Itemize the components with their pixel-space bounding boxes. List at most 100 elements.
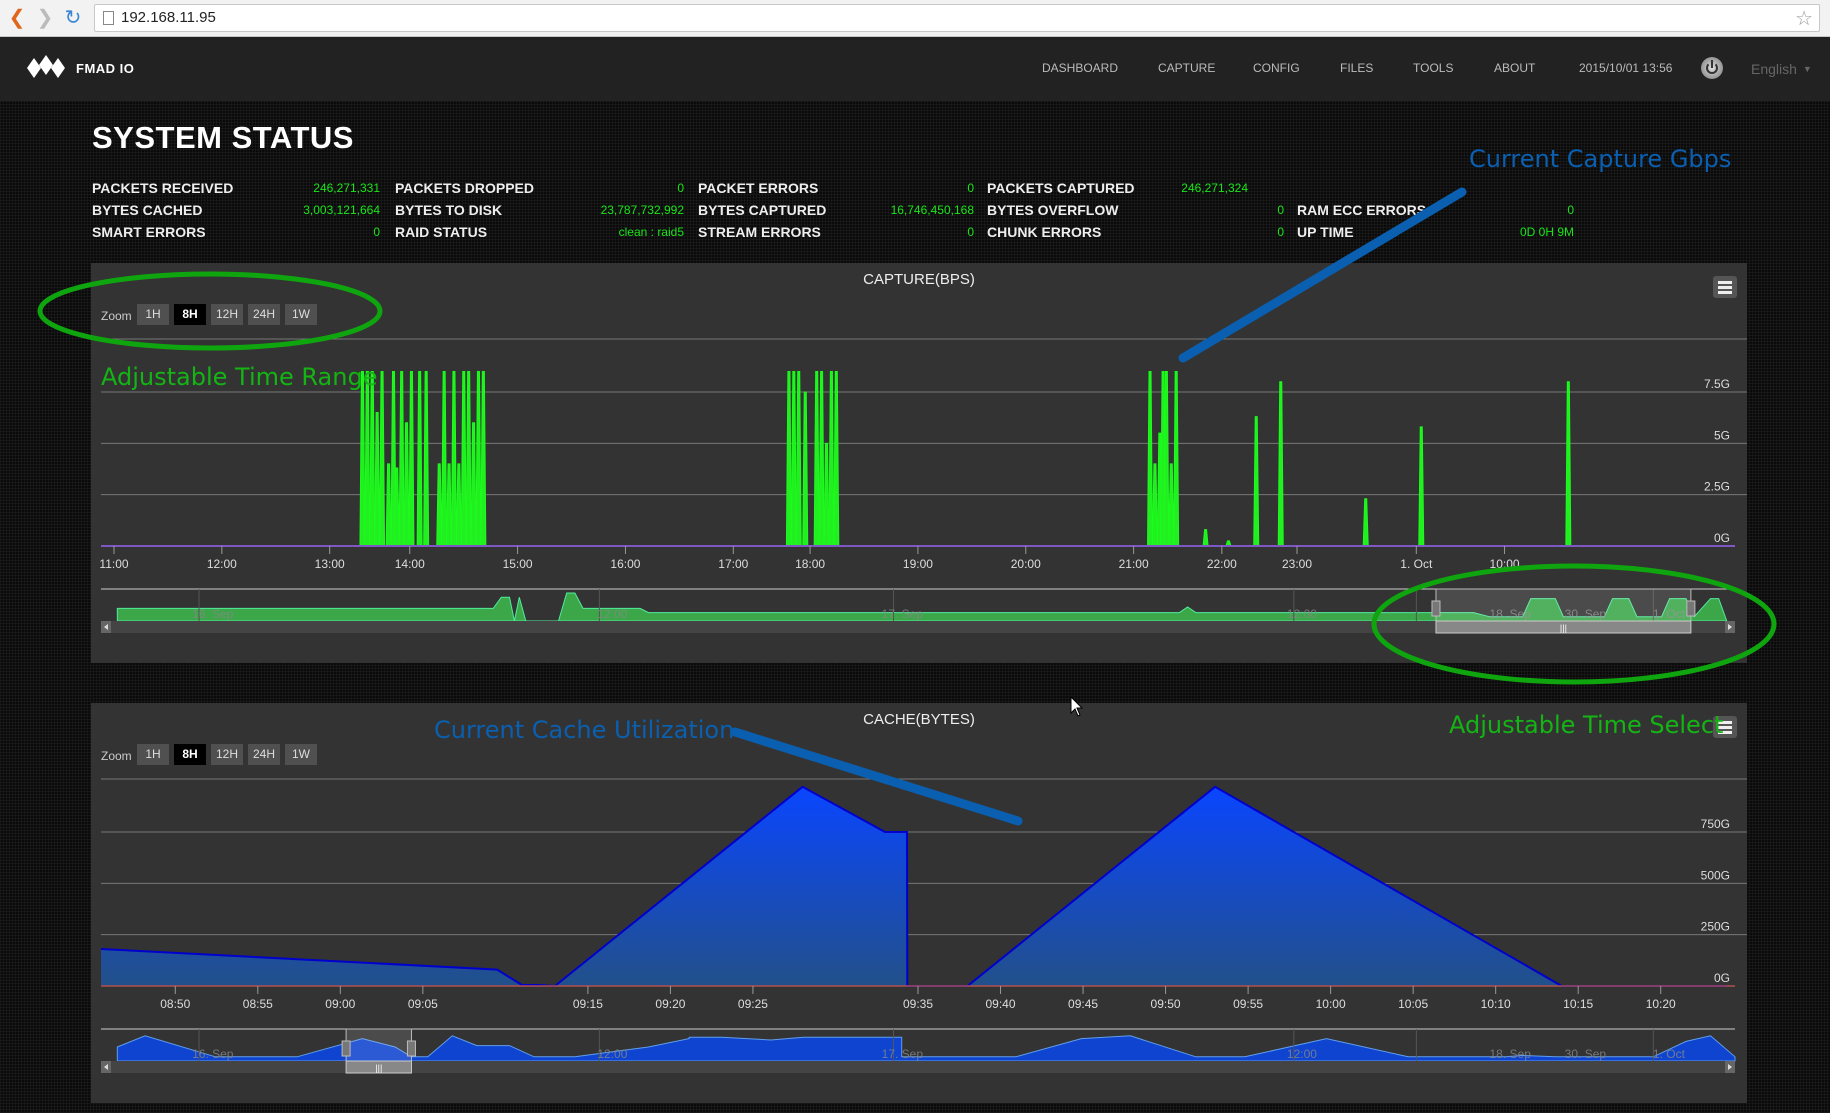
navigator-label: 16. Sep [192,1047,234,1061]
navigator-handle[interactable] [341,1040,351,1057]
power-icon[interactable] [1701,57,1723,79]
stat-label: PACKETS DROPPED [395,180,534,196]
x-tick-label: 09:15 [573,997,603,1011]
reload-icon[interactable]: ↻ [62,6,84,30]
capture-spike [403,422,410,547]
nav-files[interactable]: FILES [1340,61,1373,75]
x-tick-label: 09:00 [325,997,355,1011]
nav-dashboard[interactable]: DASHBOARD [1042,61,1118,75]
capture-spike [828,370,835,547]
x-tick-label: 10:00 [1316,997,1346,1011]
x-tick-label: 15:00 [503,557,533,571]
capture-spike [460,370,467,547]
x-tick-label: 09:25 [738,997,768,1011]
x-tick-label: 17:00 [718,557,748,571]
capture-spike [408,370,415,547]
back-icon[interactable]: ❮ [6,6,28,30]
stat-label: BYTES CACHED [92,202,203,218]
navigator-label: 12:00 [597,607,627,621]
y-tick-label: 500G [1701,868,1730,882]
stat-label: PACKET ERRORS [698,180,819,196]
capture-spike [441,370,448,547]
capture-spike [1362,498,1369,547]
x-tick-label: 11:00 [99,557,128,571]
navigator-label: 12:00 [1287,1047,1317,1061]
nav-capture[interactable]: CAPTURE [1158,61,1215,75]
capture-spike [480,370,487,547]
x-tick-label: 09:35 [903,997,933,1011]
x-tick-label: 09:55 [1233,997,1263,1011]
stat-value: 0 [967,225,974,239]
stat-value: 0 [1567,203,1574,217]
capture-spike [369,370,376,547]
url-text[interactable]: 192.168.11.95 [121,9,216,26]
capture-spike [1173,370,1180,547]
top-navbar: FMAD IO DASHBOARD CAPTURE CONFIG FILES T… [0,37,1830,101]
x-tick-label: 10:05 [1398,997,1428,1011]
navigator-label: 12:00 [597,1047,627,1061]
navigator-handle[interactable] [1686,600,1696,617]
stat-label: BYTES TO DISK [395,202,503,218]
language-select[interactable]: English ▼ [1751,61,1812,77]
capture-spike [416,370,423,547]
y-tick-label: 5G [1714,428,1730,442]
x-tick-label: 08:55 [243,997,273,1011]
capture-spike [359,370,366,547]
cache-area [101,786,1727,986]
capture-spike [374,412,381,547]
x-tick-label: 10:20 [1646,997,1676,1011]
stat-label: UP TIME [1297,224,1354,240]
nav-tools[interactable]: TOOLS [1413,61,1453,75]
capture-spike [446,463,453,547]
stat-label: CHUNK ERRORS [987,224,1102,240]
fmad-logo-icon [27,55,66,78]
stat-value: 246,271,324 [1181,181,1248,195]
forward-icon[interactable]: ❯ [34,6,56,30]
capture-spike [802,391,809,547]
capture-spike [1168,463,1175,547]
navigator-handle[interactable] [1431,600,1441,617]
capture-spike [465,370,472,547]
scrollbar-grip-icon: ||| [1560,623,1567,633]
browser-toolbar: ❮ ❯ ↻ 192.168.11.95 ☆ [0,0,1830,37]
bookmark-star-icon[interactable]: ☆ [1795,6,1813,31]
navigator-selection [345,1028,412,1062]
capture-spike [1151,463,1158,547]
stat-value: 246,271,331 [313,181,380,195]
capture-spike [823,442,830,547]
capture-spike [1147,370,1154,547]
x-tick-label: 16:00 [610,557,640,571]
page-title: SYSTEM STATUS [92,120,354,155]
capture-spike [795,370,802,547]
x-tick-label: 10:10 [1481,997,1511,1011]
x-tick-label: 12:00 [207,557,237,571]
capture-spike [1202,529,1209,547]
address-bar[interactable]: 192.168.11.95 ☆ [94,4,1820,32]
y-tick-label: 2.5G [1704,480,1730,494]
stat-value: 0 [1277,203,1284,217]
x-tick-label: 23:00 [1282,557,1312,571]
stat-value: 0 [373,225,380,239]
capture-chart-svg[interactable]: 0G 2.5G 5G 7.5G 11:00 12:00 13:00 14:00 15:00 16:… [91,263,1747,663]
capture-spike [818,370,825,547]
x-tick-label: 09:20 [655,997,685,1011]
capture-spike [790,370,797,547]
navigator-label: 30. Sep [1565,1047,1607,1061]
stat-value: 23,787,732,992 [600,203,684,217]
cache-chart-svg[interactable]: 0G 250G 500G 750G 08:50 08:55 09:00 09:05 09:15 0… [91,703,1747,1103]
navigator-handle[interactable] [406,1040,416,1057]
navigator-label: 1. Oct [1653,1047,1686,1061]
y-tick-label: 750G [1701,817,1730,831]
x-tick-label: 09:40 [986,997,1016,1011]
capture-spike [423,370,430,547]
x-tick-label: 10:15 [1563,997,1593,1011]
stat-label: STREAM ERRORS [698,224,821,240]
y-tick-label: 0G [1714,531,1730,545]
capture-spike [1418,426,1425,547]
y-tick-label: 250G [1701,920,1730,934]
nav-about[interactable]: ABOUT [1494,61,1535,75]
nav-config[interactable]: CONFIG [1253,61,1300,75]
capture-spike [1565,381,1572,547]
x-tick-label: 14:00 [395,557,425,571]
brand-logo[interactable]: FMAD IO [27,55,134,78]
